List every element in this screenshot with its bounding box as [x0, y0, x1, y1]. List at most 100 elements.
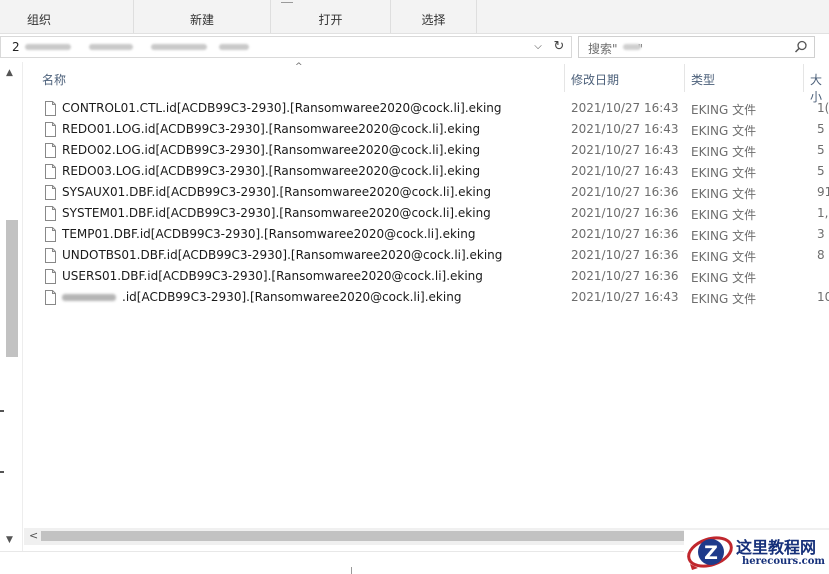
file-date: 2021/10/27 16:36: [571, 227, 679, 241]
scroll-left-icon[interactable]: <: [29, 529, 38, 542]
file-icon: [45, 206, 56, 221]
file-type: EKING 文件: [691, 250, 757, 264]
file-name: SYSTEM01.DBF.id[ACDB99C3-2930].[Ransomwa…: [62, 206, 491, 220]
file-date: 2021/10/27 16:43: [571, 122, 679, 136]
ribbon-overflow-mark: [281, 0, 293, 3]
address-path-redacted: [89, 44, 133, 50]
file-icon: [45, 290, 56, 305]
file-name: REDO01.LOG.id[ACDB99C3-2930].[Ransomware…: [62, 122, 481, 136]
ribbon-group-open[interactable]: 打开: [271, 0, 391, 33]
file-name: USERS01.DBF.id[ACDB99C3-2930].[Ransomwar…: [62, 269, 483, 283]
file-size: 91: [817, 185, 829, 199]
file-icon: [45, 269, 56, 284]
file-size: 1,0: [817, 206, 829, 220]
nav-item-marker: [0, 410, 4, 412]
file-icon: [45, 164, 56, 179]
file-row[interactable]: CONTROL01.CTL.id[ACDB99C3-2930].[Ransomw…: [40, 99, 829, 120]
file-size: 5: [817, 143, 825, 157]
ribbon-group-label: 组织: [27, 13, 52, 27]
search-placeholder-prefix: 搜索": [588, 42, 618, 56]
file-row[interactable]: SYSTEM01.DBF.id[ACDB99C3-2930].[Ransomwa…: [40, 204, 829, 225]
file-type: EKING 文件: [691, 166, 757, 180]
horizontal-scrollbar-thumb[interactable]: [41, 531, 771, 541]
file-type: EKING 文件: [691, 103, 757, 117]
file-row[interactable]: UNDOTBS01.DBF.id[ACDB99C3-2930].[Ransomw…: [40, 246, 829, 267]
ribbon-group-new[interactable]: 新建: [134, 0, 271, 33]
column-header-modified[interactable]: 修改日期: [571, 71, 619, 89]
watermark-logo: Z: [687, 536, 733, 570]
navigation-pane: ▲ ▼: [0, 62, 23, 551]
file-icon: [45, 101, 56, 116]
file-row[interactable]: REDO02.LOG.id[ACDB99C3-2930].[Ransomware…: [40, 141, 829, 162]
file-icon: [45, 248, 56, 263]
file-name: REDO02.LOG.id[ACDB99C3-2930].[Ransomware…: [62, 143, 481, 157]
ribbon-group-label: 选择: [421, 13, 446, 27]
address-dropdown-icon[interactable]: ⌵: [530, 37, 546, 57]
file-row[interactable]: .id[ACDB99C3-2930].[Ransomwaree2020@cock…: [40, 288, 829, 309]
file-date: 2021/10/27 16:36: [571, 185, 679, 199]
address-path-redacted: [151, 44, 207, 50]
nav-item-marker: [0, 471, 4, 473]
file-name: CONTROL01.CTL.id[ACDB99C3-2930].[Ransomw…: [62, 101, 502, 115]
file-date: 2021/10/27 16:43: [571, 164, 679, 178]
ribbon-group-select[interactable]: 选择: [391, 0, 477, 33]
address-path-prefix: 2: [12, 40, 20, 54]
column-header-size[interactable]: 大小: [810, 71, 829, 104]
refresh-icon[interactable]: ↻: [549, 37, 569, 57]
file-size: 3: [817, 227, 825, 241]
file-name: SYSAUX01.DBF.id[ACDB99C3-2930].[Ransomwa…: [62, 185, 491, 199]
file-type: EKING 文件: [691, 229, 757, 243]
file-name: TEMP01.DBF.id[ACDB99C3-2930].[Ransomware…: [62, 227, 476, 241]
svg-text:Z: Z: [704, 542, 718, 564]
file-name: UNDOTBS01.DBF.id[ACDB99C3-2930].[Ransomw…: [62, 248, 503, 262]
file-row[interactable]: REDO01.LOG.id[ACDB99C3-2930].[Ransomware…: [40, 120, 829, 141]
address-path-redacted: [219, 44, 249, 50]
nav-scrollbar-thumb[interactable]: [6, 220, 18, 357]
search-input[interactable]: 搜索" ": [578, 36, 815, 58]
scroll-up-icon[interactable]: ▲: [6, 68, 13, 78]
file-icon: [45, 122, 56, 137]
search-redacted: [623, 44, 641, 50]
sort-ascending-icon: ^: [295, 62, 303, 72]
ribbon-group-label: 新建: [189, 13, 214, 27]
file-date: 2021/10/27 16:43: [571, 101, 679, 115]
file-type: EKING 文件: [691, 271, 757, 285]
search-icon[interactable]: [794, 40, 808, 54]
file-date: 2021/10/27 16:43: [571, 143, 679, 157]
column-header-type[interactable]: 类型: [691, 71, 715, 89]
watermark: Z 这里教程网 herecours.com: [684, 530, 829, 573]
address-bar[interactable]: 2 ⌵ ↻: [0, 36, 572, 58]
column-divider[interactable]: [684, 64, 685, 92]
file-type: EKING 文件: [691, 124, 757, 138]
file-size: 10: [817, 290, 829, 304]
file-icon: [45, 227, 56, 242]
column-header-name[interactable]: 名称: [42, 71, 66, 89]
ribbon-group-organize[interactable]: 组织: [0, 0, 134, 33]
file-name-redacted: [62, 294, 116, 301]
watermark-title: 这里教程网: [736, 538, 817, 557]
file-size: 8: [817, 248, 825, 262]
file-date: 2021/10/27 16:36: [571, 248, 679, 262]
ribbon: 组织 新建 打开 选择: [0, 0, 829, 34]
file-row[interactable]: TEMP01.DBF.id[ACDB99C3-2930].[Ransomware…: [40, 225, 829, 246]
column-divider[interactable]: [803, 64, 804, 92]
scroll-down-icon[interactable]: ▼: [6, 535, 13, 545]
file-date: 2021/10/27 16:43: [571, 290, 679, 304]
address-path-redacted: [25, 44, 71, 50]
watermark-url: herecours.com: [742, 556, 826, 567]
file-row[interactable]: USERS01.DBF.id[ACDB99C3-2930].[Ransomwar…: [40, 267, 829, 288]
file-type: EKING 文件: [691, 292, 757, 306]
file-date: 2021/10/27 16:36: [571, 269, 679, 283]
file-date: 2021/10/27 16:36: [571, 206, 679, 220]
ribbon-group-label: 打开: [318, 13, 343, 27]
file-name-suffix: .id[ACDB99C3-2930].[Ransomwaree2020@cock…: [122, 290, 462, 304]
file-row[interactable]: REDO03.LOG.id[ACDB99C3-2930].[Ransomware…: [40, 162, 829, 183]
file-row[interactable]: SYSAUX01.DBF.id[ACDB99C3-2930].[Ransomwa…: [40, 183, 829, 204]
file-icon: [45, 185, 56, 200]
column-divider[interactable]: [564, 64, 565, 92]
file-type: EKING 文件: [691, 145, 757, 159]
file-name: REDO03.LOG.id[ACDB99C3-2930].[Ransomware…: [62, 164, 481, 178]
file-size: 5: [817, 164, 825, 178]
file-name: .id[ACDB99C3-2930].[Ransomwaree2020@cock…: [62, 290, 461, 304]
file-type: EKING 文件: [691, 208, 757, 222]
